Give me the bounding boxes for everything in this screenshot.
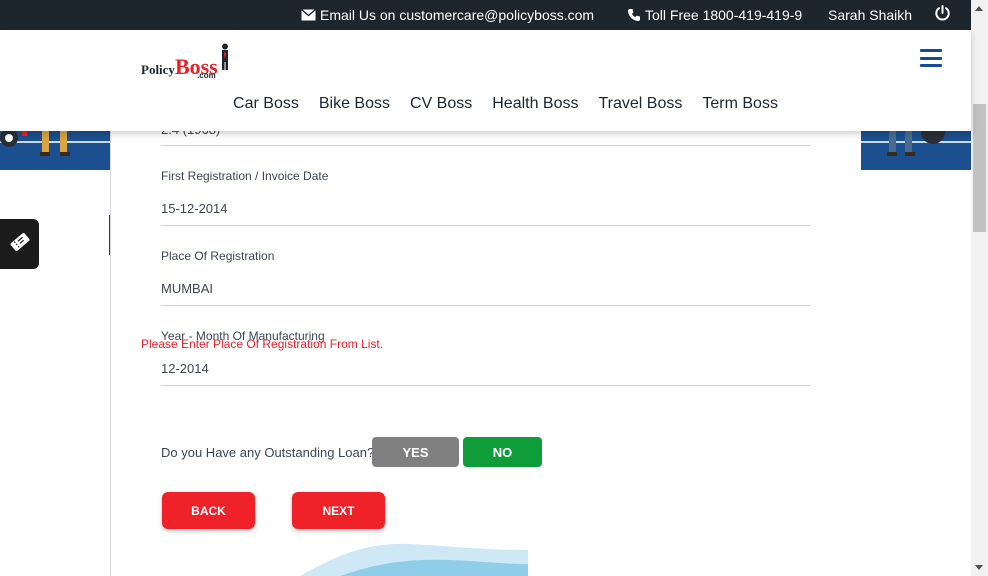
scrollbar-thumb[interactable]	[973, 104, 986, 232]
banner-right	[861, 128, 971, 170]
registration-date-label: First Registration / Invoice Date	[161, 169, 329, 183]
scroll-down-arrow-icon[interactable]	[975, 565, 983, 570]
nav-term-boss[interactable]: Term Boss	[702, 95, 778, 113]
user-name[interactable]: Sarah Shaikh	[828, 7, 912, 23]
form-card: 2.4 (1968) First Registration / Invoice …	[110, 110, 861, 576]
logo-com-text: .com	[197, 71, 216, 80]
nav-health-boss[interactable]: Health Boss	[492, 95, 578, 113]
vertical-scrollbar[interactable]	[971, 0, 988, 576]
registration-date-field[interactable]: First Registration / Invoice Date 15-12-…	[161, 166, 811, 226]
tollfree-text: Toll Free 1800-419-419-9	[645, 7, 803, 23]
back-button[interactable]: BACK	[162, 492, 255, 529]
power-icon[interactable]	[934, 5, 951, 22]
banner-illustration-right	[887, 128, 945, 156]
manufacturing-field[interactable]: Year - Month Of Manufacturing 12-2014	[161, 326, 811, 386]
banner-illustration-left	[0, 128, 70, 156]
place-of-registration-field[interactable]: Place Of Registration MUMBAI	[161, 246, 811, 306]
top-bar: Email Us on customercare@policyboss.com …	[0, 0, 971, 30]
banner-left	[0, 128, 111, 170]
hamburger-menu-icon[interactable]	[920, 49, 942, 67]
place-of-registration-label: Place Of Registration	[161, 249, 275, 263]
page: Email Us on customercare@policyboss.com …	[0, 0, 988, 576]
ticket-icon	[9, 231, 31, 258]
loan-question: Do you Have any Outstanding Loan?	[161, 445, 375, 460]
menu-bar	[920, 56, 942, 60]
registration-date-value: 15-12-2014	[161, 201, 228, 216]
email-contact[interactable]: Email Us on customercare@policyboss.com	[301, 7, 594, 23]
loan-yes-button[interactable]: YES	[372, 437, 459, 467]
main-nav: Car Boss Bike Boss CV Boss Health Boss T…	[0, 95, 971, 113]
logo-policy-text: Policy	[141, 62, 175, 77]
menu-bar	[920, 64, 942, 67]
registration-error-message: Please Enter Place Of Registration From …	[141, 337, 384, 351]
nav-travel-boss[interactable]: Travel Boss	[599, 95, 683, 113]
menu-bar	[920, 49, 942, 52]
envelope-icon	[301, 9, 316, 21]
site-header: Policy Boss .com Car Boss Bike Boss CV Bo…	[0, 30, 971, 131]
decorative-wave	[300, 543, 528, 576]
policyboss-logo[interactable]: Policy Boss .com	[141, 43, 230, 81]
place-of-registration-value: MUMBAI	[161, 281, 213, 296]
logo-boss-text: Boss .com	[175, 56, 218, 81]
next-button[interactable]: NEXT	[292, 492, 385, 529]
manufacturing-value: 12-2014	[161, 361, 209, 376]
scroll-up-arrow-icon[interactable]	[975, 6, 983, 11]
phone-icon	[627, 8, 641, 22]
nav-bike-boss[interactable]: Bike Boss	[319, 95, 390, 113]
nav-car-boss[interactable]: Car Boss	[233, 95, 299, 113]
businessman-icon	[220, 43, 230, 76]
nav-cv-boss[interactable]: CV Boss	[410, 95, 472, 113]
loan-no-button[interactable]: NO	[463, 437, 542, 467]
side-widget-button[interactable]	[0, 219, 39, 269]
tollfree-contact[interactable]: Toll Free 1800-419-419-9	[627, 7, 802, 23]
email-text: Email Us on customercare@policyboss.com	[320, 7, 595, 23]
